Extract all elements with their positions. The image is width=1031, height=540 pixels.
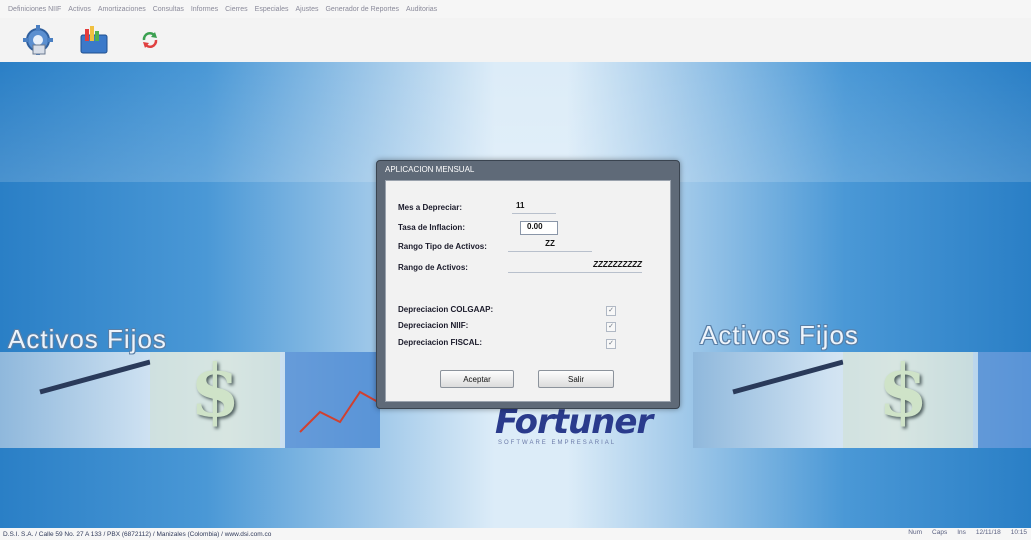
aplicacion-mensual-dialog: APLICACION MENSUAL Mes a Depreciar: 11 T… <box>376 160 680 409</box>
niif-checkbox[interactable]: ✓ <box>606 322 616 332</box>
menu-item-amortizaciones[interactable]: Amortizaciones <box>98 6 146 13</box>
menu-item-consultas[interactable]: Consultas <box>153 6 184 13</box>
decorative-banner-left: $ <box>0 352 380 448</box>
ins-indicator: Ins <box>957 529 966 536</box>
colgaap-label: Depreciacion COLGAAP: <box>398 305 494 314</box>
rango-activos-field[interactable]: ZZZZZZZZZZ <box>508 260 642 273</box>
dialog-body: Mes a Depreciar: 11 Tasa de Inflacion: 0… <box>385 180 671 402</box>
menu-bar: Definiciones NIIF Activos Amortizaciones… <box>0 0 1031 18</box>
brand-title-right: Activos Fijos <box>700 320 859 350</box>
gear-icon[interactable] <box>20 22 56 58</box>
colgaap-checkbox[interactable]: ✓ <box>606 306 616 316</box>
menu-item-especiales[interactable]: Especiales <box>255 6 289 13</box>
salir-button[interactable]: Salir <box>538 370 614 388</box>
brand-title-left: Activos Fijos <box>8 324 167 354</box>
tasa-field[interactable]: 0.00 <box>520 221 558 235</box>
decorative-banner-right: $ <box>693 352 1031 448</box>
rango-tipo-field[interactable]: ZZ <box>508 239 592 252</box>
menu-item-ajustes[interactable]: Ajustes <box>296 6 319 13</box>
refresh-icon[interactable] <box>132 22 168 58</box>
status-time: 10:15 <box>1010 529 1027 536</box>
caps-indicator: Caps <box>932 529 948 536</box>
status-bar: D.S.I. S.A. / Calle 59 No. 27 A 133 / PB… <box>0 528 1031 540</box>
tasa-label: Tasa de Inflacion: <box>398 223 465 232</box>
toolbar <box>0 18 1031 62</box>
fiscal-checkbox[interactable]: ✓ <box>606 339 616 349</box>
fortuner-logo-subtitle: SOFTWARE EMPRESARIAL <box>498 440 617 446</box>
menu-item-activos[interactable]: Activos <box>68 6 91 13</box>
fiscal-label: Depreciacion FISCAL: <box>398 338 483 347</box>
status-indicators: Num Caps Ins 12/11/18 10:15 <box>898 529 1027 536</box>
dollar-sign-image: $ <box>190 352 241 433</box>
dollar-sign-image-right: $ <box>878 352 929 433</box>
menu-item-definiciones[interactable]: Definiciones NIIF <box>8 6 61 13</box>
status-company-info: D.S.I. S.A. / Calle 59 No. 27 A 133 / PB… <box>3 530 272 538</box>
aceptar-button[interactable]: Aceptar <box>440 370 514 388</box>
folder-chart-icon[interactable] <box>76 22 112 58</box>
menu-item-informes[interactable]: Informes <box>191 6 218 13</box>
rango-tipo-label: Rango Tipo de Activos: <box>398 242 487 251</box>
niif-label: Depreciacion NIIF: <box>398 321 469 330</box>
status-date: 12/11/18 <box>975 529 1001 536</box>
mes-label: Mes a Depreciar: <box>398 203 463 212</box>
menu-item-auditorias[interactable]: Auditorias <box>406 6 437 13</box>
rango-activos-label: Rango de Activos: <box>398 263 468 272</box>
dialog-title: APLICACION MENSUAL <box>385 165 475 174</box>
menu-item-cierres[interactable]: Cierres <box>225 6 248 13</box>
mes-field[interactable]: 11 <box>512 201 556 214</box>
menu-item-generador[interactable]: Generador de Reportes <box>325 6 399 13</box>
num-indicator: Num <box>908 529 923 536</box>
pen-chart-image-right <box>732 352 1031 448</box>
